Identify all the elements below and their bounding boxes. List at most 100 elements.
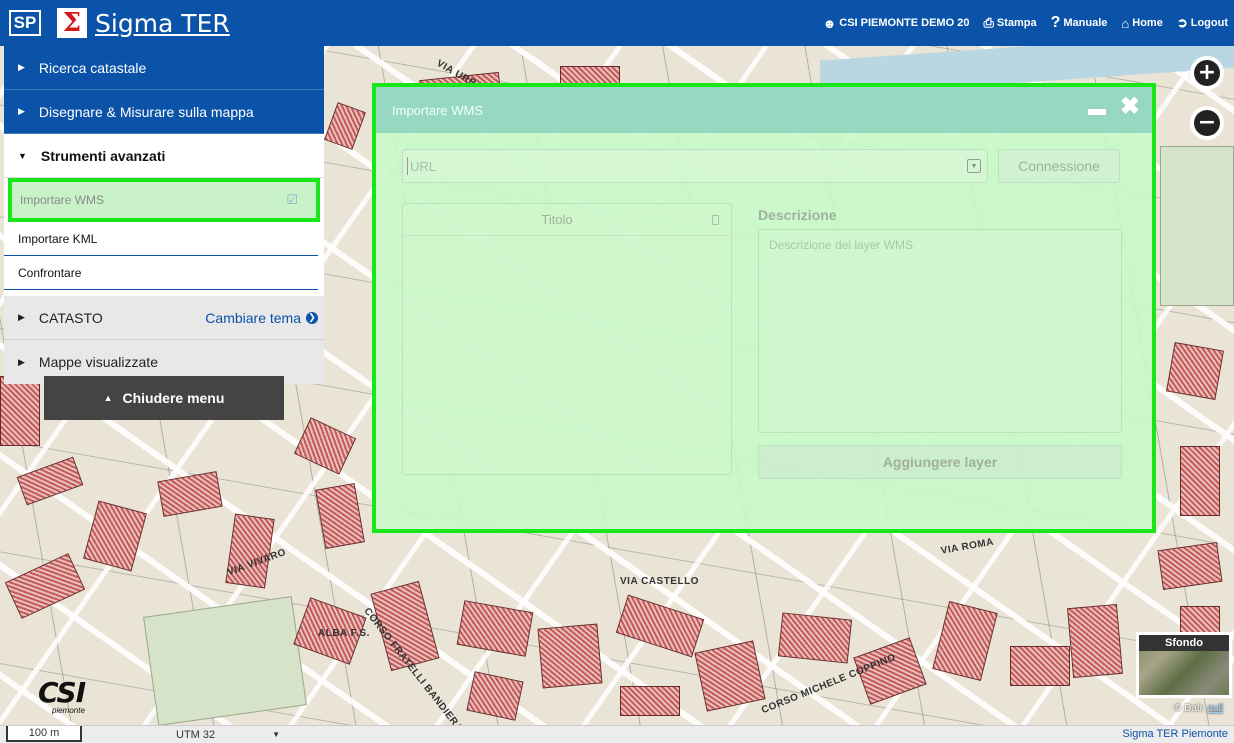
menu-label: Disegnare & Misurare sulla mappa <box>38 103 254 120</box>
minimize-icon[interactable] <box>1087 109 1106 115</box>
check-icon: ☑ <box>286 192 298 207</box>
app-title[interactable]: Sigma TER <box>95 9 230 38</box>
projection-select[interactable]: UTM 32 ▼ <box>176 727 280 742</box>
sub-label: Confrontare <box>18 265 82 280</box>
layers-table: Titolo <box>402 203 732 475</box>
top-bar: SP Σ Sigma TER ☻ CSI PIEMONTE DEMO 20 ⎙ … <box>0 0 1234 46</box>
menu-label: Mappe visualizzate <box>38 354 158 370</box>
question-icon: ? <box>1050 14 1061 31</box>
close-menu-label: Chiudere menu <box>122 390 225 406</box>
zoom-out-button[interactable]: − <box>1190 106 1224 140</box>
footer-brand[interactable]: Sigma TER Piemonte <box>1122 728 1228 740</box>
side-menu: ▶ Ricerca catastale ▶ Disegnare & Misura… <box>4 46 324 384</box>
chevron-down-icon: ▼ <box>272 730 280 739</box>
sub-importare-wms[interactable]: Importare WMS ☑ <box>8 178 320 222</box>
strumenti-subitems: Importare WMS ☑ Importare KML Confrontar… <box>4 178 324 296</box>
caret-up-icon: ▲ <box>103 393 113 403</box>
building <box>620 686 680 716</box>
footer-bar: 100 m UTM 32 ▼ Sigma TER Piemonte <box>0 725 1234 743</box>
user-link[interactable]: ☻ CSI PIEMONTE DEMO 20 <box>823 16 970 31</box>
connect-button[interactable]: Connessione <box>998 149 1120 183</box>
close-menu-button[interactable]: ▲ Chiudere menu <box>44 376 284 420</box>
logout-label: Logout <box>1190 17 1228 29</box>
menu-label: CATASTO <box>38 309 103 326</box>
menu-catasto[interactable]: ▶ CATASTO Cambiare tema ❯ <box>4 296 324 340</box>
menu-label: Ricerca catastale <box>38 59 147 76</box>
menu-ricerca-catastale[interactable]: ▶ Ricerca catastale <box>4 46 324 90</box>
description-textarea[interactable] <box>758 229 1122 433</box>
sort-icon[interactable] <box>712 215 719 225</box>
sigma-logo: Σ <box>57 8 87 38</box>
print-link[interactable]: ⎙ Stampa <box>983 15 1036 31</box>
building <box>777 612 853 664</box>
sub-confrontare[interactable]: Confrontare <box>4 256 318 290</box>
zoom-in-button[interactable]: + <box>1190 56 1224 90</box>
attribution-link[interactable]: null <box>1208 703 1224 714</box>
table-header: Titolo <box>403 204 731 236</box>
building <box>83 500 147 572</box>
building <box>615 594 705 658</box>
basemap-switcher[interactable]: Sfondo <box>1136 632 1232 698</box>
chevron-right-icon: ❯ <box>306 311 318 324</box>
menu-disegnare-misurare[interactable]: ▶ Disegnare & Misurare sulla mappa <box>4 90 324 134</box>
change-theme-link[interactable]: Cambiare tema ❯ <box>205 310 318 326</box>
building <box>315 482 365 550</box>
building <box>1010 646 1070 686</box>
attribution-text: © Dati: <box>1174 703 1208 714</box>
building <box>1180 446 1220 516</box>
building <box>466 671 524 721</box>
home-icon: ⌂ <box>1121 15 1130 31</box>
building <box>4 553 86 619</box>
menu-strumenti-avanzati[interactable]: ▼ Strumenti avanzati <box>4 134 324 178</box>
print-label: Stampa <box>996 17 1037 29</box>
caret-right-icon: ▶ <box>18 106 25 116</box>
scale-bar: 100 m <box>6 726 82 742</box>
change-theme-label: Cambiare tema <box>205 309 301 326</box>
caret-right-icon: ▶ <box>18 62 25 72</box>
plus-icon: + <box>1194 60 1220 86</box>
building <box>537 623 603 689</box>
dropdown-icon[interactable]: ▼ <box>967 159 981 173</box>
sub-importare-kml[interactable]: Importare KML <box>4 222 318 256</box>
building <box>324 102 366 150</box>
caret-down-icon: ▼ <box>18 150 27 161</box>
manual-link[interactable]: ? Manuale <box>1051 14 1108 32</box>
menu-label: Strumenti avanzati <box>40 147 166 164</box>
dialog-title: Importare WMS <box>392 102 484 118</box>
building <box>157 471 223 517</box>
add-layer-button[interactable]: Aggiungere layer <box>758 445 1122 479</box>
dialog-header[interactable]: Importare WMS ✖ <box>376 87 1152 133</box>
minus-icon: − <box>1194 110 1220 136</box>
street-label: VIA ROMA <box>940 536 995 557</box>
header-links: ☻ CSI PIEMONTE DEMO 20 ⎙ Stampa ? Manual… <box>823 0 1228 46</box>
building <box>1157 542 1223 590</box>
column-title[interactable]: Titolo <box>403 212 731 227</box>
url-input[interactable] <box>407 157 967 175</box>
close-icon[interactable]: ✖ <box>1120 95 1140 119</box>
sub-label: Importare KML <box>18 231 98 246</box>
logout-link[interactable]: ➲ Logout <box>1177 15 1228 31</box>
caret-right-icon: ▶ <box>18 356 25 367</box>
sub-label: Importare WMS <box>20 193 105 207</box>
dialog-controls: ✖ <box>1087 95 1140 119</box>
basemap-label: Sfondo <box>1139 635 1229 651</box>
csi-logo: CSI piemonte <box>38 676 86 715</box>
manual-label: Manuale <box>1063 17 1108 29</box>
logout-icon: ➲ <box>1176 15 1188 30</box>
building <box>293 417 357 475</box>
csi-logo-text: CSI <box>38 676 86 709</box>
building <box>0 376 40 446</box>
building <box>932 600 998 682</box>
park-area <box>1160 146 1234 306</box>
building <box>694 640 766 712</box>
building <box>1166 342 1224 400</box>
csi-logo-sub: piemonte <box>52 706 85 715</box>
building <box>1067 603 1123 679</box>
home-link[interactable]: ⌂ Home <box>1121 16 1162 31</box>
projection-value: UTM 32 <box>176 728 216 741</box>
caret-right-icon: ▶ <box>18 312 25 322</box>
import-wms-dialog: Importare WMS ✖ ▼ Connessione Titolo Des… <box>372 83 1156 533</box>
street-label: VIA CASTELLO <box>620 576 699 587</box>
printer-icon: ⎙ <box>983 15 994 30</box>
building <box>456 600 534 657</box>
